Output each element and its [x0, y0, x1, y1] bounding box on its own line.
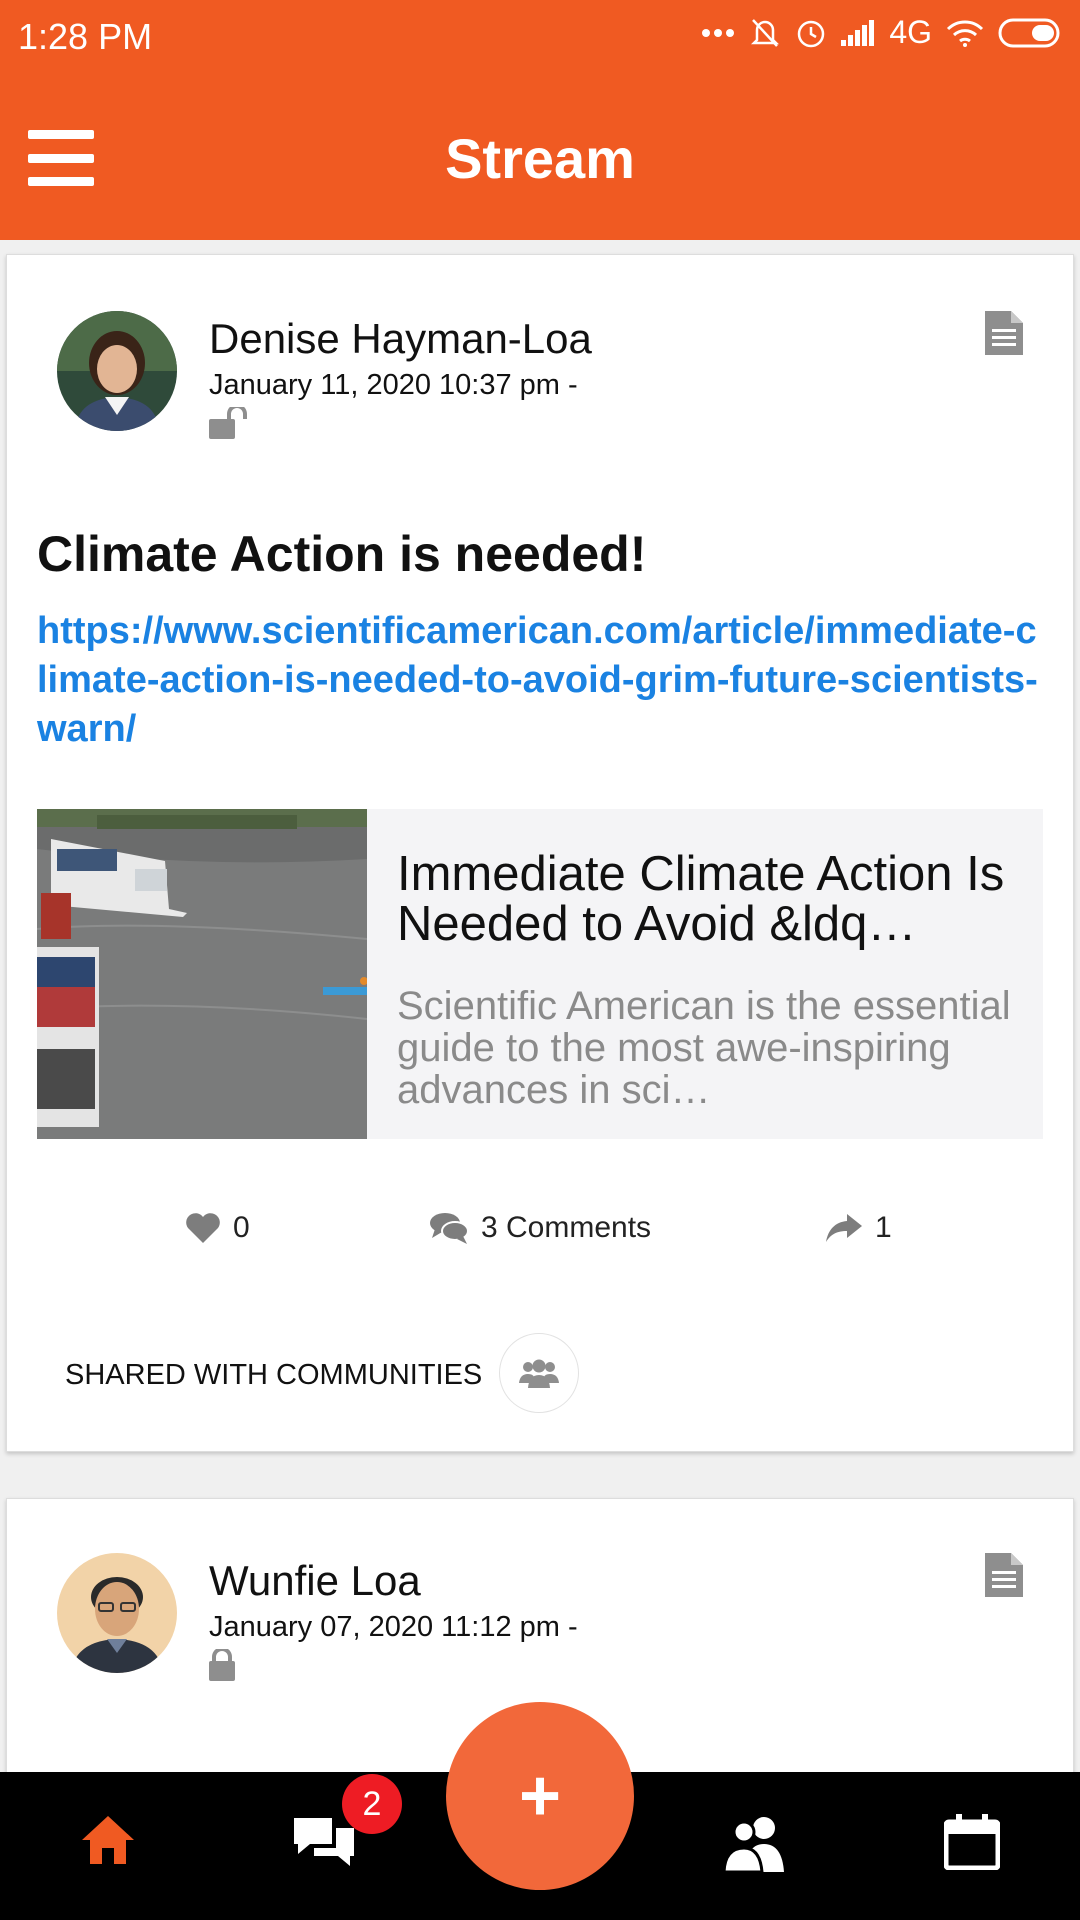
signal-icon — [841, 19, 875, 46]
author-avatar[interactable] — [57, 311, 177, 431]
comments-button[interactable]: 3 Comments — [429, 1211, 651, 1245]
calendar-icon[interactable] — [943, 1814, 1001, 1875]
document-icon — [985, 311, 1023, 360]
unlock-icon — [209, 404, 249, 444]
wifi-icon — [946, 19, 984, 47]
author-name[interactable]: Denise Hayman-Loa — [209, 315, 592, 363]
status-bar: 1:28 PM 4G — [0, 0, 1080, 74]
share-button[interactable]: 1 — [825, 1211, 892, 1245]
network-type: 4G — [889, 14, 932, 50]
post-title: Climate Action is needed! — [37, 526, 647, 582]
lock-icon — [209, 1647, 237, 1686]
share-icon — [826, 1214, 862, 1242]
document-icon — [985, 1553, 1023, 1602]
like-button[interactable]: 0 — [185, 1211, 250, 1245]
page-title: Stream — [445, 127, 635, 190]
status-icons: 4G — [701, 14, 1064, 51]
chat-icon[interactable] — [292, 1814, 356, 1875]
battery-icon — [998, 18, 1064, 48]
app-bar: Stream — [0, 74, 1080, 240]
comments-icon — [430, 1213, 469, 1244]
add-button[interactable]: + — [446, 1702, 634, 1890]
author-avatar[interactable] — [57, 1553, 177, 1673]
post-date: January 11, 2020 10:37 pm - — [209, 369, 578, 401]
heart-icon — [186, 1213, 220, 1243]
post-actions: 0 3 Comments 1 — [7, 1211, 1075, 1259]
home-icon[interactable] — [80, 1814, 136, 1871]
preview-title: Immediate Climate Action Is Needed to Av… — [397, 847, 1005, 951]
comment-count: 3 Comments — [481, 1211, 652, 1244]
post-date: January 07, 2020 11:12 pm - — [209, 1611, 578, 1643]
more-dots-icon — [701, 28, 735, 38]
preview-description: Scientific American is the essential gui… — [397, 984, 1011, 1112]
link-preview[interactable]: Immediate Climate Action Is Needed to Av… — [37, 809, 1043, 1139]
shared-with-label: SHARED WITH COMMUNITIES — [65, 1359, 483, 1391]
group-icon — [519, 1359, 559, 1388]
post-link[interactable]: https://www.scientificamerican.com/artic… — [37, 607, 1047, 754]
people-icon[interactable] — [722, 1814, 788, 1877]
bell-muted-icon — [749, 16, 781, 50]
author-name[interactable]: Wunfie Loa — [209, 1557, 421, 1605]
communities-button[interactable] — [499, 1333, 579, 1413]
chat-badge: 2 — [342, 1774, 402, 1834]
share-count: 1 — [875, 1211, 892, 1244]
post-card[interactable]: Denise Hayman-Loa January 11, 2020 10:37… — [6, 254, 1074, 1452]
preview-image — [37, 809, 367, 1139]
status-time: 1:28 PM — [18, 16, 153, 57]
alarm-icon — [795, 16, 827, 50]
like-count: 0 — [233, 1211, 250, 1244]
